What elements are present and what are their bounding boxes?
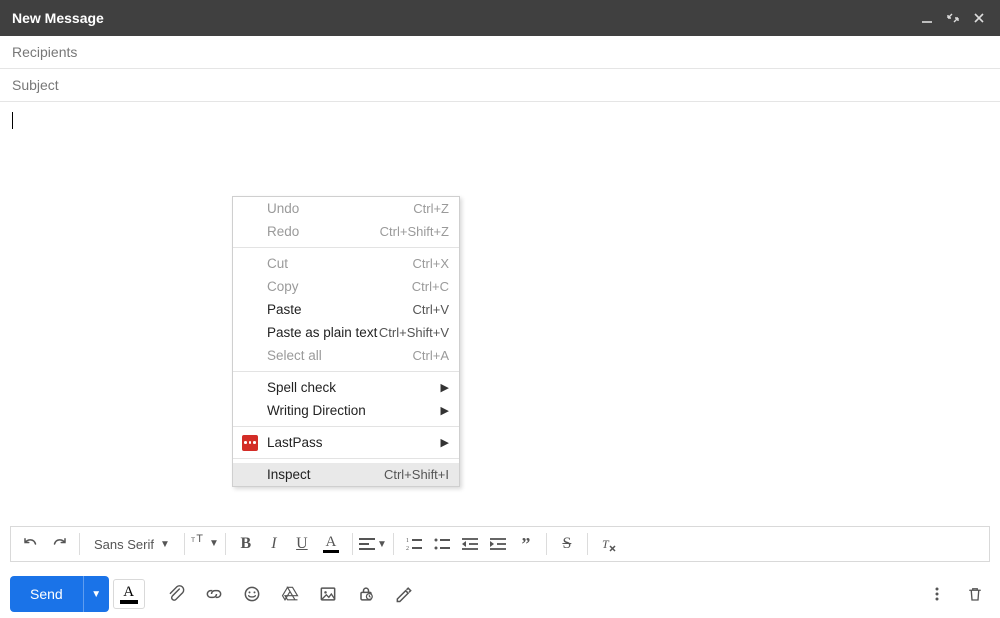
svg-text:1: 1 — [406, 538, 409, 544]
context-menu: UndoCtrl+ZRedoCtrl+Shift+ZCutCtrl+XCopyC… — [232, 196, 460, 487]
context-menu-item[interactable]: PasteCtrl+V — [233, 298, 459, 321]
context-menu-shortcut: Ctrl+Shift+V — [379, 325, 449, 340]
discard-draft-button[interactable] — [960, 579, 990, 609]
letter-a-icon: A — [123, 585, 134, 599]
subject-field[interactable]: Subject — [0, 69, 1000, 102]
context-menu-shortcut: Ctrl+Z — [413, 201, 449, 216]
context-menu-shortcut: Ctrl+V — [413, 302, 449, 317]
context-menu-separator — [233, 371, 459, 372]
context-menu-shortcut: Ctrl+C — [412, 279, 449, 294]
submenu-arrow-icon: ▶ — [441, 404, 449, 417]
remove-formatting-button[interactable]: T — [594, 530, 622, 558]
minimize-button[interactable] — [918, 9, 936, 27]
send-button[interactable]: Send — [10, 576, 83, 612]
undo-button[interactable] — [17, 530, 45, 558]
bold-button[interactable]: B — [232, 530, 260, 558]
submenu-arrow-icon: ▶ — [441, 381, 449, 394]
context-menu-item: CopyCtrl+C — [233, 275, 459, 298]
chevron-down-icon: ▼ — [91, 589, 101, 600]
context-menu-label: Writing Direction — [267, 403, 449, 418]
quote-button[interactable]: ” — [512, 530, 540, 558]
underline-button[interactable]: U — [288, 530, 316, 558]
context-menu-shortcut: Ctrl+Shift+I — [384, 467, 449, 482]
context-menu-item[interactable]: LastPass▶ — [233, 431, 459, 454]
context-menu-item[interactable]: Spell check▶ — [233, 376, 459, 399]
context-menu-label: LastPass — [267, 435, 449, 450]
indent-less-button[interactable] — [456, 530, 484, 558]
chevron-down-icon: ▼ — [160, 539, 170, 550]
attach-file-button[interactable] — [161, 579, 191, 609]
context-menu-item: CutCtrl+X — [233, 252, 459, 275]
svg-text:T: T — [602, 537, 610, 551]
context-menu-label: Inspect — [267, 467, 384, 482]
context-menu-separator — [233, 426, 459, 427]
compose-action-bar: Send ▼ A — [0, 570, 1000, 618]
redo-button[interactable] — [45, 530, 73, 558]
insert-drive-button[interactable] — [275, 579, 305, 609]
chevron-down-icon: ▼ — [377, 539, 387, 550]
svg-text:T: T — [191, 537, 195, 544]
recipients-field[interactable]: Recipients — [0, 36, 1000, 69]
context-menu-label: Redo — [267, 224, 380, 239]
subject-placeholder: Subject — [12, 77, 59, 93]
context-menu-separator — [233, 247, 459, 248]
italic-button[interactable]: I — [260, 530, 288, 558]
window-title: New Message — [12, 10, 104, 26]
numbered-list-button[interactable]: 1 2 — [400, 530, 428, 558]
insert-photo-button[interactable] — [313, 579, 343, 609]
context-menu-item[interactable]: InspectCtrl+Shift+I — [233, 463, 459, 486]
context-menu-label: Select all — [267, 348, 413, 363]
context-menu-item: UndoCtrl+Z — [233, 197, 459, 220]
more-options-button[interactable] — [922, 579, 952, 609]
recipients-placeholder: Recipients — [12, 44, 77, 60]
formatting-toolbar: Sans Serif ▼ T T ▼ B I U A ▼ 1 2 — [10, 526, 990, 562]
text-cursor — [12, 112, 13, 129]
bulleted-list-button[interactable] — [428, 530, 456, 558]
strikethrough-button[interactable]: S — [553, 530, 581, 558]
svg-text:2: 2 — [406, 546, 409, 551]
message-body[interactable] — [0, 102, 1000, 526]
submenu-arrow-icon: ▶ — [441, 436, 449, 449]
indent-more-button[interactable] — [484, 530, 512, 558]
chevron-down-icon: ▼ — [209, 538, 219, 549]
formatting-options-button[interactable]: A — [113, 579, 145, 609]
text-color-button[interactable]: A — [316, 530, 346, 558]
context-menu-label: Undo — [267, 201, 413, 216]
context-menu-item: RedoCtrl+Shift+Z — [233, 220, 459, 243]
context-menu-shortcut: Ctrl+X — [413, 256, 449, 271]
context-menu-label: Copy — [267, 279, 412, 294]
context-menu-label: Paste as plain text — [267, 325, 379, 340]
insert-signature-button[interactable] — [389, 579, 419, 609]
lastpass-icon — [241, 434, 259, 452]
svg-text:T: T — [196, 533, 203, 545]
compose-titlebar: New Message — [0, 0, 1000, 36]
context-menu-label: Cut — [267, 256, 413, 271]
insert-emoji-button[interactable] — [237, 579, 267, 609]
confidential-mode-button[interactable] — [351, 579, 381, 609]
font-family-dropdown[interactable]: Sans Serif ▼ — [86, 537, 178, 552]
popout-button[interactable] — [944, 9, 962, 27]
context-menu-label: Paste — [267, 302, 413, 317]
context-menu-item[interactable]: Writing Direction▶ — [233, 399, 459, 422]
context-menu-label: Spell check — [267, 380, 449, 395]
context-menu-item: Select allCtrl+A — [233, 344, 459, 367]
align-button[interactable]: ▼ — [359, 530, 387, 558]
context-menu-separator — [233, 458, 459, 459]
send-options-button[interactable]: ▼ — [83, 576, 109, 612]
context-menu-item[interactable]: Paste as plain textCtrl+Shift+V — [233, 321, 459, 344]
font-size-button[interactable]: T T ▼ — [191, 530, 219, 558]
insert-link-button[interactable] — [199, 579, 229, 609]
close-button[interactable] — [970, 9, 988, 27]
context-menu-shortcut: Ctrl+A — [413, 348, 449, 363]
context-menu-shortcut: Ctrl+Shift+Z — [380, 224, 449, 239]
font-name-label: Sans Serif — [94, 537, 154, 552]
